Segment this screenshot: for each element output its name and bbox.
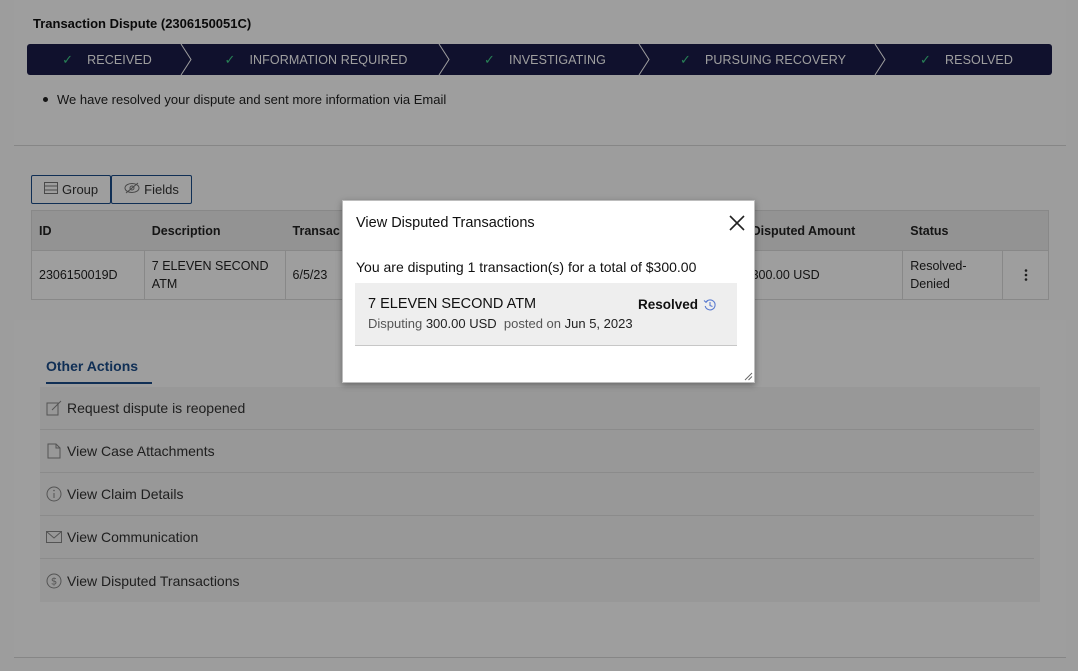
posted-label: posted on — [503, 316, 561, 331]
resize-handle-icon[interactable] — [744, 372, 753, 381]
view-disputed-transactions-dialog: View Disputed Transactions You are dispu… — [342, 200, 755, 383]
history-icon[interactable] — [703, 298, 717, 312]
disputing-label: Disputing — [368, 316, 423, 331]
dialog-title: View Disputed Transactions — [356, 215, 535, 231]
transaction-status-text: Resolved — [638, 297, 699, 312]
transaction-status: Resolved — [638, 297, 717, 312]
disputing-amount: 300.00 USD — [425, 316, 497, 331]
transaction-card: 7 ELEVEN SECOND ATM Resolved Disputing 3… — [355, 283, 737, 346]
close-icon[interactable] — [728, 214, 746, 232]
dispute-summary: You are disputing 1 transaction(s) for a… — [356, 259, 697, 275]
transaction-meta: Disputing 300.00 USD posted on Jun 5, 20… — [368, 316, 633, 331]
transaction-name: 7 ELEVEN SECOND ATM — [368, 296, 537, 312]
posted-date: Jun 5, 2023 — [564, 316, 633, 331]
